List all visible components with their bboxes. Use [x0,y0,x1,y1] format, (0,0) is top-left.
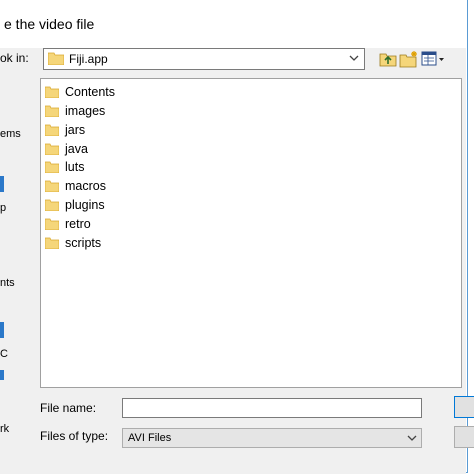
list-item[interactable]: luts [45,158,84,176]
chevron-down-icon[interactable] [349,53,359,63]
list-item[interactable]: Contents [45,83,115,101]
look-in-label: ok in: [0,51,29,65]
desktop-icon[interactable] [0,176,4,192]
computer-icon[interactable] [0,322,4,338]
open-button[interactable] [454,396,474,418]
folder-icon [45,124,59,136]
file-name: images [65,104,106,118]
file-name: macros [65,179,106,193]
place-label-this-pc[interactable]: C [0,348,8,360]
place-label-recent-items[interactable]: ems [0,128,21,140]
cancel-button[interactable] [454,426,474,448]
place-label-network[interactable]: rk [0,423,9,435]
file-name: luts [65,160,85,174]
folder-icon [45,143,59,155]
folder-icon [48,52,64,65]
list-item[interactable]: jars [45,121,85,139]
folder-icon [45,161,59,173]
new-folder-icon[interactable] [399,50,419,68]
look-in-value: Fiji.app [69,52,108,66]
files-of-type-label: Files of type: [40,429,109,443]
file-name: java [65,142,88,156]
folder-icon [45,199,59,211]
file-list[interactable]: Contents images jars java luts macros pl… [40,78,462,388]
places-bar: ems p nts C rk [0,78,36,448]
file-name: retro [65,217,91,231]
place-label-desktop[interactable]: p [0,202,6,214]
list-item[interactable]: scripts [45,234,101,252]
list-item[interactable]: macros [45,177,106,195]
file-name: plugins [65,198,105,212]
list-item[interactable]: plugins [45,196,105,214]
file-name: jars [65,123,86,137]
chevron-down-icon[interactable] [407,433,417,443]
list-item[interactable]: java [45,140,88,158]
folder-icon [45,105,59,117]
files-of-type-select[interactable]: AVI Files [122,428,422,448]
files-of-type-value: AVI Files [128,432,172,444]
look-in-combo[interactable]: Fiji.app [43,48,365,70]
file-name-input[interactable] [122,398,422,418]
folder-icon [45,180,59,192]
file-name: scripts [65,236,102,250]
view-menu-icon[interactable] [421,50,445,68]
place-label-documents[interactable]: nts [0,277,15,289]
network-icon[interactable] [0,370,4,380]
file-name-label: File name: [40,401,97,415]
list-item[interactable]: retro [45,215,91,233]
folder-icon [45,218,59,230]
file-name: Contents [65,85,116,99]
up-folder-icon[interactable] [378,50,398,68]
list-item[interactable]: images [45,102,105,120]
folder-icon [45,86,59,98]
folder-icon [45,237,59,249]
